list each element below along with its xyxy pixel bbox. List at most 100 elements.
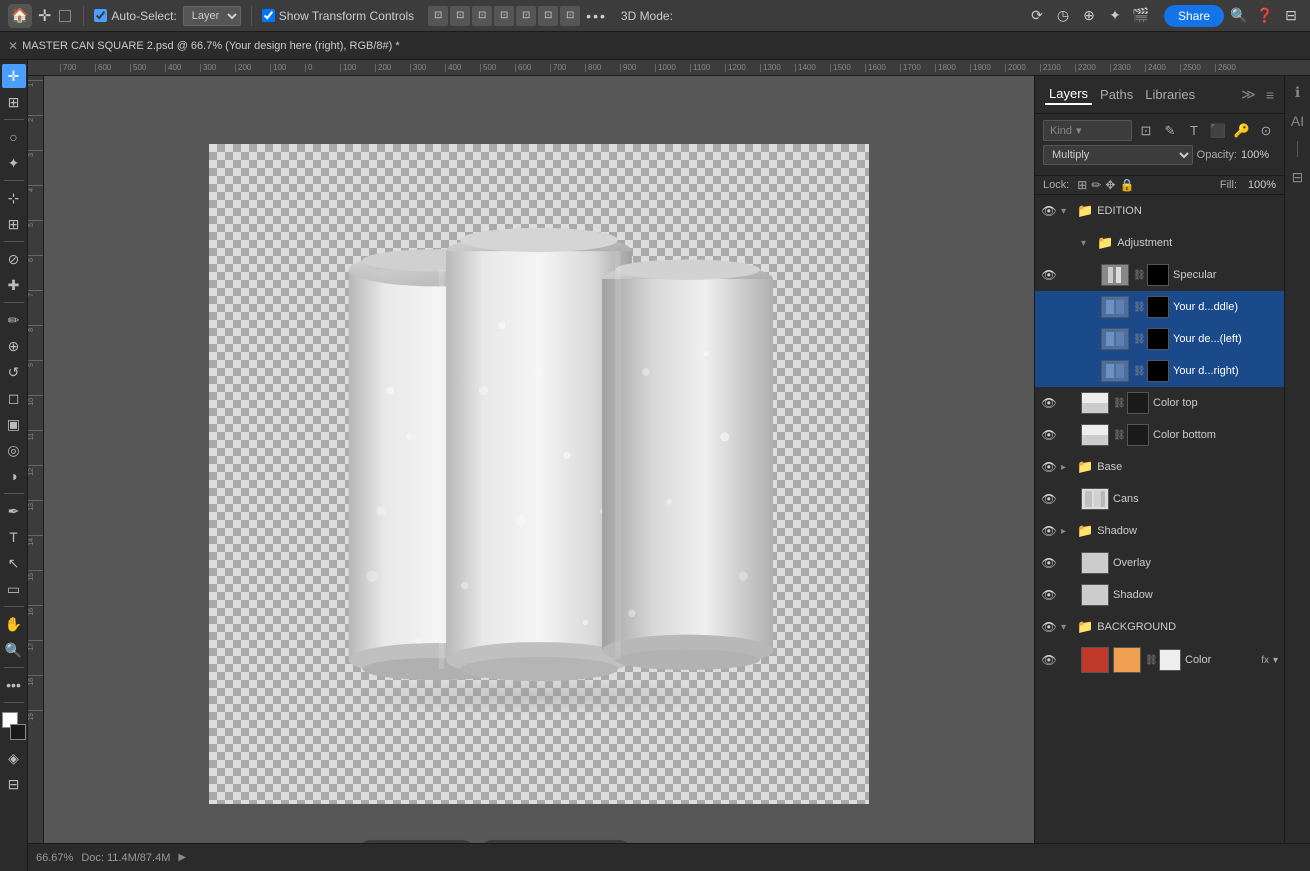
layer-select[interactable]: Layer xyxy=(183,6,241,26)
eye-design-middle[interactable]: 👁 xyxy=(1041,300,1057,314)
filter-adjustment-icon[interactable]: ✎ xyxy=(1160,121,1180,141)
blur-tool[interactable]: ◎ xyxy=(2,438,26,462)
axis-icon[interactable]: ⊕ xyxy=(1078,5,1100,27)
panel-expand-icon[interactable]: ≫ xyxy=(1241,86,1256,103)
filter-shape-icon[interactable]: ⬛ xyxy=(1208,121,1228,141)
filter-pixel-icon[interactable]: ⊡ xyxy=(1136,121,1156,141)
layer-item-design-right[interactable]: 👁 ⛓ Y xyxy=(1035,355,1284,387)
healing-tool[interactable]: ✚ xyxy=(2,273,26,297)
lock-position-icon[interactable]: ✥ xyxy=(1105,178,1115,192)
tab-close-icon[interactable]: ✕ xyxy=(8,39,18,53)
arrows-3d-icon[interactable]: ✦ xyxy=(1104,5,1126,27)
chevron-shadow[interactable]: ▸ xyxy=(1061,526,1073,537)
align-bottom-icon[interactable]: ⊡ xyxy=(538,6,558,26)
tab-title[interactable]: MASTER CAN SQUARE 2.psd @ 66.7% (Your de… xyxy=(22,40,400,52)
chevron-base[interactable]: ▸ xyxy=(1061,462,1073,473)
layer-search[interactable]: Kind ▾ xyxy=(1043,120,1132,141)
layer-item-design-left[interactable]: 👁 ⛓ Y xyxy=(1035,323,1284,355)
stamp-tool[interactable]: ⊕ xyxy=(2,334,26,358)
chevron-edition[interactable]: ▾ xyxy=(1061,206,1073,217)
search-icon[interactable]: 🔍 xyxy=(1228,5,1250,27)
eye-color-top[interactable]: 👁 xyxy=(1041,396,1057,410)
hand-tool[interactable]: ✋ xyxy=(2,612,26,636)
align-center-v-icon[interactable]: ⊡ xyxy=(516,6,536,26)
eye-color-bottom[interactable]: 👁 xyxy=(1041,428,1057,442)
crop-tool[interactable]: ⊹ xyxy=(2,186,26,210)
magic-wand-tool[interactable]: ✦ xyxy=(2,151,26,175)
properties-icon[interactable]: ⊟ xyxy=(1292,169,1304,186)
filter-toggle-icon[interactable]: ⊙ xyxy=(1256,121,1276,141)
info-arrow[interactable]: ▶ xyxy=(178,852,186,863)
canvas-container[interactable]: ⊙ Select subject ✂ Remove background ⚑ ◎… xyxy=(44,76,1034,871)
eye-edition[interactable]: 👁 xyxy=(1041,204,1057,218)
more-tools-icon[interactable]: ••• xyxy=(2,673,26,697)
eye-design-right[interactable]: 👁 xyxy=(1041,364,1057,378)
artboard-tool[interactable]: ⊞ xyxy=(2,90,26,114)
fill-tool[interactable]: ▣ xyxy=(2,412,26,436)
layer-item-color[interactable]: 👁 ⛓ Color fx ▾ xyxy=(1035,643,1284,677)
eye-background-group[interactable]: 👁 xyxy=(1041,620,1057,634)
auto-select-checkbox[interactable] xyxy=(94,9,107,22)
chevron-background[interactable]: ▾ xyxy=(1061,622,1073,633)
info-icon[interactable]: ℹ xyxy=(1295,84,1300,101)
layer-item-shadow[interactable]: 👁 Shadow xyxy=(1035,579,1284,611)
lock-image-icon[interactable]: ✏ xyxy=(1091,178,1101,192)
quick-mask-icon[interactable]: ◈ xyxy=(2,746,26,770)
brush-tool[interactable]: ✏ xyxy=(2,308,26,332)
eye-color[interactable]: 👁 xyxy=(1041,653,1057,667)
panel-menu-icon[interactable]: ≡ xyxy=(1266,87,1274,103)
chevron-adjustment[interactable]: ▾ xyxy=(1081,238,1093,249)
layer-item-specular[interactable]: 👁 ⛓ S xyxy=(1035,259,1284,291)
panels-icon[interactable]: ⊟ xyxy=(1280,5,1302,27)
lock-transparency-icon[interactable]: ⊞ xyxy=(1077,178,1087,192)
align-right-icon[interactable]: ⊡ xyxy=(472,6,492,26)
rotate-3d-icon[interactable]: ⟳ xyxy=(1026,5,1048,27)
lock-all-icon[interactable]: 🔒 xyxy=(1119,178,1134,192)
align-center-h-icon[interactable]: ⊡ xyxy=(450,6,470,26)
fx-expand-icon[interactable]: ▾ xyxy=(1273,655,1278,666)
clock-3d-icon[interactable]: ◷ xyxy=(1052,5,1074,27)
color-swatches[interactable] xyxy=(2,712,26,740)
eye-shadow[interactable]: 👁 xyxy=(1041,588,1057,602)
layer-item-edition[interactable]: 👁 ▾ 📁 EDITION xyxy=(1035,195,1284,227)
filter-type-icon[interactable]: T xyxy=(1184,121,1204,141)
layer-item-design-middle[interactable]: 👁 ⛓ Y xyxy=(1035,291,1284,323)
layer-item-overlay[interactable]: 👁 Overlay xyxy=(1035,547,1284,579)
align-top-icon[interactable]: ⊡ xyxy=(494,6,514,26)
show-transform-checkbox[interactable] xyxy=(262,9,275,22)
path-select-tool[interactable]: ↖ xyxy=(2,551,26,575)
move-tool[interactable]: ✛ xyxy=(2,64,26,88)
distribute-icon[interactable]: ⊡ xyxy=(560,6,580,26)
arrow-dropdown[interactable] xyxy=(59,10,71,22)
eye-overlay[interactable]: 👁 xyxy=(1041,556,1057,570)
eraser-tool[interactable]: ◻ xyxy=(2,386,26,410)
slice-tool[interactable]: ⊞ xyxy=(2,212,26,236)
more-options-icon[interactable]: ••• xyxy=(586,8,607,24)
dodge-tool[interactable]: ◑ xyxy=(2,464,26,488)
zoom-tool[interactable]: 🔍 xyxy=(2,638,26,662)
eyedropper-tool[interactable]: ⊘ xyxy=(2,247,26,271)
background-color[interactable] xyxy=(10,724,26,740)
tab-paths[interactable]: Paths xyxy=(1096,85,1137,104)
filter-smart-icon[interactable]: 🔑 xyxy=(1232,121,1252,141)
camera-icon[interactable]: 🎬 xyxy=(1130,5,1152,27)
align-left-icon[interactable]: ⊡ xyxy=(428,6,448,26)
layer-item-adjustment[interactable]: 👁 ▾ 📁 Adjustment xyxy=(1035,227,1284,259)
text-tool[interactable]: T xyxy=(2,525,26,549)
screen-mode-icon[interactable]: ⊟ xyxy=(2,772,26,796)
eye-specular[interactable]: 👁 xyxy=(1041,268,1057,282)
layer-item-color-top[interactable]: 👁 ⛓ Color top xyxy=(1035,387,1284,419)
move-tool-icon[interactable]: ✛ xyxy=(38,6,51,26)
eye-cans[interactable]: 👁 xyxy=(1041,492,1057,506)
layer-item-background-group[interactable]: 👁 ▾ 📁 BACKGROUND xyxy=(1035,611,1284,643)
share-button[interactable]: Share xyxy=(1164,5,1224,27)
eye-shadow-group[interactable]: 👁 xyxy=(1041,524,1057,538)
tab-layers[interactable]: Layers xyxy=(1045,84,1092,105)
tab-libraries[interactable]: Libraries xyxy=(1141,85,1199,104)
lasso-tool[interactable]: ○ xyxy=(2,125,26,149)
shape-tool[interactable]: ▭ xyxy=(2,577,26,601)
pen-tool[interactable]: ✒ xyxy=(2,499,26,523)
eye-adjustment[interactable]: 👁 xyxy=(1041,236,1057,250)
ai-icon[interactable]: AI xyxy=(1291,113,1304,129)
eye-design-left[interactable]: 👁 xyxy=(1041,332,1057,346)
